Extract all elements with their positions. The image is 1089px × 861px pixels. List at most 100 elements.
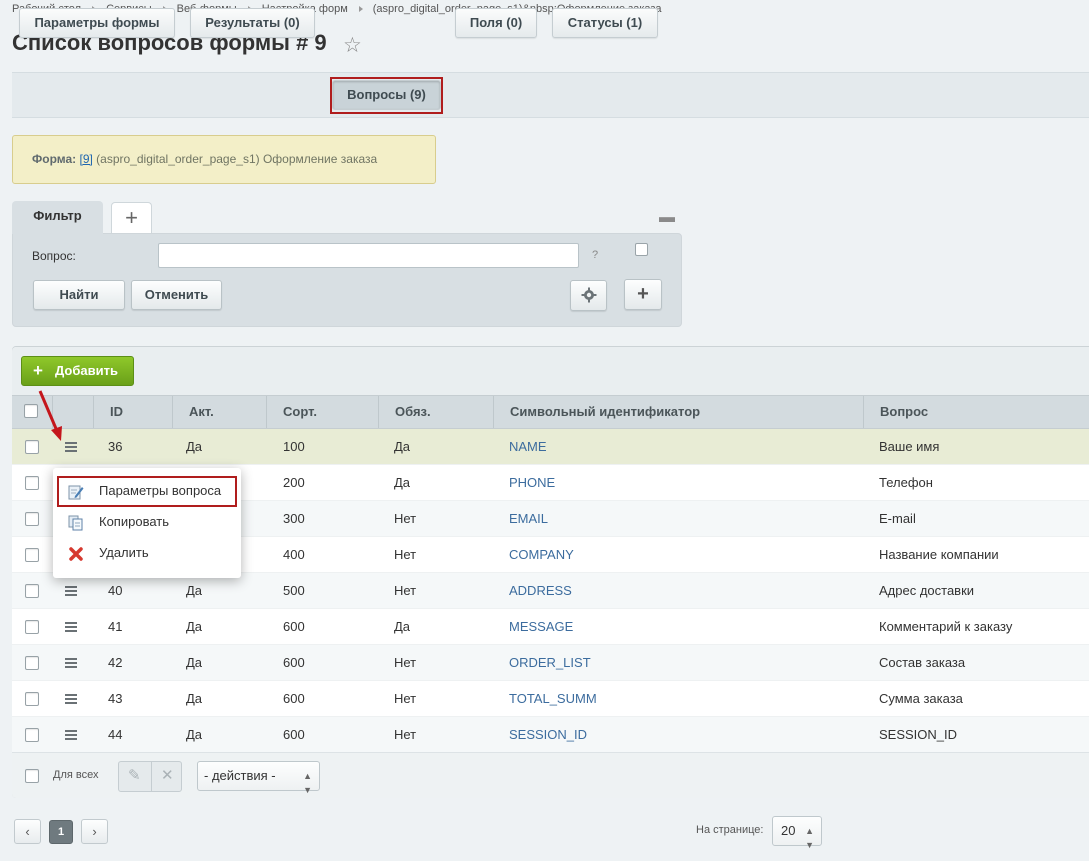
filter-tab[interactable]: Фильтр bbox=[12, 201, 103, 234]
favorite-star-icon[interactable]: ☆ bbox=[343, 33, 362, 58]
cell-question: E-mail bbox=[879, 511, 916, 526]
actions-select-value: - действия - bbox=[204, 768, 276, 783]
row-menu-icon[interactable] bbox=[65, 658, 77, 668]
chevron-left-icon: ‹ bbox=[25, 824, 30, 839]
updown-arrow-icon: ▲ ▼ bbox=[805, 826, 814, 850]
prev-page-button[interactable]: ‹ bbox=[14, 819, 41, 844]
cell-code[interactable]: PHONE bbox=[509, 465, 555, 501]
row-checkbox[interactable] bbox=[25, 476, 39, 490]
for-all-label: Для всех bbox=[53, 769, 99, 781]
cell-active: Да bbox=[186, 691, 203, 706]
cell-code[interactable]: COMPANY bbox=[509, 537, 574, 573]
cell-code[interactable]: NAME bbox=[509, 429, 547, 465]
add-button[interactable]: + Добавить bbox=[21, 356, 134, 386]
cell-sort: 400 bbox=[283, 547, 305, 562]
cell-id: 41 bbox=[108, 619, 123, 634]
column-header-required[interactable]: Обяз. bbox=[378, 396, 493, 428]
find-button[interactable]: Найти bbox=[33, 280, 125, 310]
cell-sort: 600 bbox=[283, 691, 305, 706]
copy-icon bbox=[68, 515, 83, 531]
per-page-select[interactable]: 20 ▲ ▼ bbox=[772, 816, 822, 850]
form-label: Форма: bbox=[32, 152, 77, 166]
cell-code[interactable]: SESSION_ID bbox=[509, 717, 587, 753]
page-button-current[interactable]: 1 bbox=[49, 820, 73, 844]
delete-icon bbox=[69, 547, 83, 561]
column-header-question[interactable]: Вопрос bbox=[863, 396, 1089, 428]
cell-code[interactable]: MESSAGE bbox=[509, 609, 573, 645]
add-filter-field-button[interactable]: + bbox=[624, 279, 662, 310]
cancel-button[interactable]: Отменить bbox=[131, 280, 222, 310]
plus-icon: + bbox=[125, 205, 138, 230]
cell-required: Нет bbox=[394, 547, 417, 562]
table-header: ID Акт. Сорт. Обяз. Символьный идентифик… bbox=[12, 395, 1089, 429]
cell-id: 42 bbox=[108, 655, 123, 670]
table-row[interactable]: 41 Да 600 Да MESSAGE Комментарий к заказ… bbox=[12, 609, 1089, 645]
tab-results[interactable]: Результаты (0) bbox=[190, 8, 315, 38]
collapse-filter-icon[interactable]: ▬ bbox=[659, 209, 675, 227]
row-checkbox[interactable] bbox=[25, 548, 39, 562]
row-menu-icon[interactable] bbox=[65, 442, 77, 452]
column-header-id[interactable]: ID bbox=[93, 396, 172, 428]
column-header-sort[interactable]: Сорт. bbox=[266, 396, 378, 428]
per-page-label: На странице: bbox=[696, 824, 764, 836]
help-icon[interactable]: ? bbox=[592, 249, 598, 261]
cell-sort: 600 bbox=[283, 727, 305, 742]
cell-question: SESSION_ID bbox=[879, 727, 958, 742]
menu-item-copy[interactable]: Копировать bbox=[53, 507, 241, 537]
tab-statuses[interactable]: Статусы (1) bbox=[552, 8, 658, 38]
question-field-label: Вопрос: bbox=[32, 249, 76, 263]
row-checkbox[interactable] bbox=[25, 656, 39, 670]
column-header-active[interactable]: Акт. bbox=[172, 396, 266, 428]
filter-checkbox[interactable] bbox=[635, 243, 648, 256]
list-toolbar bbox=[12, 347, 1089, 395]
row-menu-icon[interactable] bbox=[65, 622, 77, 632]
form-name: (aspro_digital_order_page_s1) Оформление… bbox=[96, 152, 378, 166]
cell-code[interactable]: EMAIL bbox=[509, 501, 548, 537]
form-id-link[interactable]: [9] bbox=[79, 152, 92, 166]
close-icon[interactable]: ✕ bbox=[161, 766, 174, 784]
column-header-code[interactable]: Символьный идентификатор bbox=[493, 396, 863, 428]
row-menu-icon[interactable] bbox=[65, 586, 77, 596]
pencil-icon[interactable]: ✎ bbox=[128, 766, 141, 784]
select-all-checkbox[interactable] bbox=[24, 404, 38, 418]
add-button-label: Добавить bbox=[55, 363, 118, 378]
cell-id: 43 bbox=[108, 691, 123, 706]
row-checkbox[interactable] bbox=[25, 620, 39, 634]
cell-sort: 600 bbox=[283, 655, 305, 670]
row-checkbox[interactable] bbox=[25, 692, 39, 706]
chevron-right-icon: › bbox=[92, 824, 97, 839]
row-checkbox[interactable] bbox=[25, 512, 39, 526]
table-row[interactable]: 40 Да 500 Нет ADDRESS Адрес доставки bbox=[12, 573, 1089, 609]
add-filter-tab-button[interactable]: + bbox=[111, 202, 152, 233]
cell-code[interactable]: ADDRESS bbox=[509, 573, 572, 609]
cell-question: Телефон bbox=[879, 475, 933, 490]
cell-sort: 300 bbox=[283, 511, 305, 526]
per-page-value: 20 bbox=[781, 823, 796, 838]
apply-to-all-checkbox[interactable] bbox=[25, 769, 39, 783]
table-row[interactable]: 44 Да 600 Нет SESSION_ID SESSION_ID bbox=[12, 717, 1089, 753]
cell-question: Адрес доставки bbox=[879, 583, 975, 598]
table-row[interactable]: 36 Да 100 Да NAME Ваше имя bbox=[12, 429, 1089, 465]
table-row[interactable]: 42 Да 600 Нет ORDER_LIST Состав заказа bbox=[12, 645, 1089, 681]
cell-code[interactable]: ORDER_LIST bbox=[509, 645, 591, 681]
tab-form-params[interactable]: Параметры формы bbox=[19, 8, 175, 38]
actions-select[interactable]: - действия - ▲ ▼ bbox=[197, 761, 320, 795]
tab-fields[interactable]: Поля (0) bbox=[455, 8, 537, 38]
table-row[interactable]: 43 Да 600 Нет TOTAL_SUMM Сумма заказа bbox=[12, 681, 1089, 717]
row-checkbox[interactable] bbox=[25, 440, 39, 454]
row-checkbox[interactable] bbox=[25, 728, 39, 742]
cell-active: Да bbox=[186, 439, 203, 454]
row-menu-icon[interactable] bbox=[65, 694, 77, 704]
cell-code[interactable]: TOTAL_SUMM bbox=[509, 681, 597, 717]
row-menu-icon[interactable] bbox=[65, 730, 77, 740]
cell-required: Да bbox=[394, 475, 411, 490]
row-checkbox[interactable] bbox=[25, 584, 39, 598]
menu-highlight-frame bbox=[57, 476, 237, 507]
updown-arrow-icon: ▲ ▼ bbox=[303, 771, 312, 795]
next-page-button[interactable]: › bbox=[81, 819, 108, 844]
cell-id: 44 bbox=[108, 727, 123, 742]
question-filter-input[interactable] bbox=[158, 243, 579, 268]
filter-settings-button[interactable] bbox=[570, 280, 607, 311]
menu-item-delete[interactable]: Удалить bbox=[53, 538, 241, 568]
plus-icon: + bbox=[637, 283, 649, 305]
